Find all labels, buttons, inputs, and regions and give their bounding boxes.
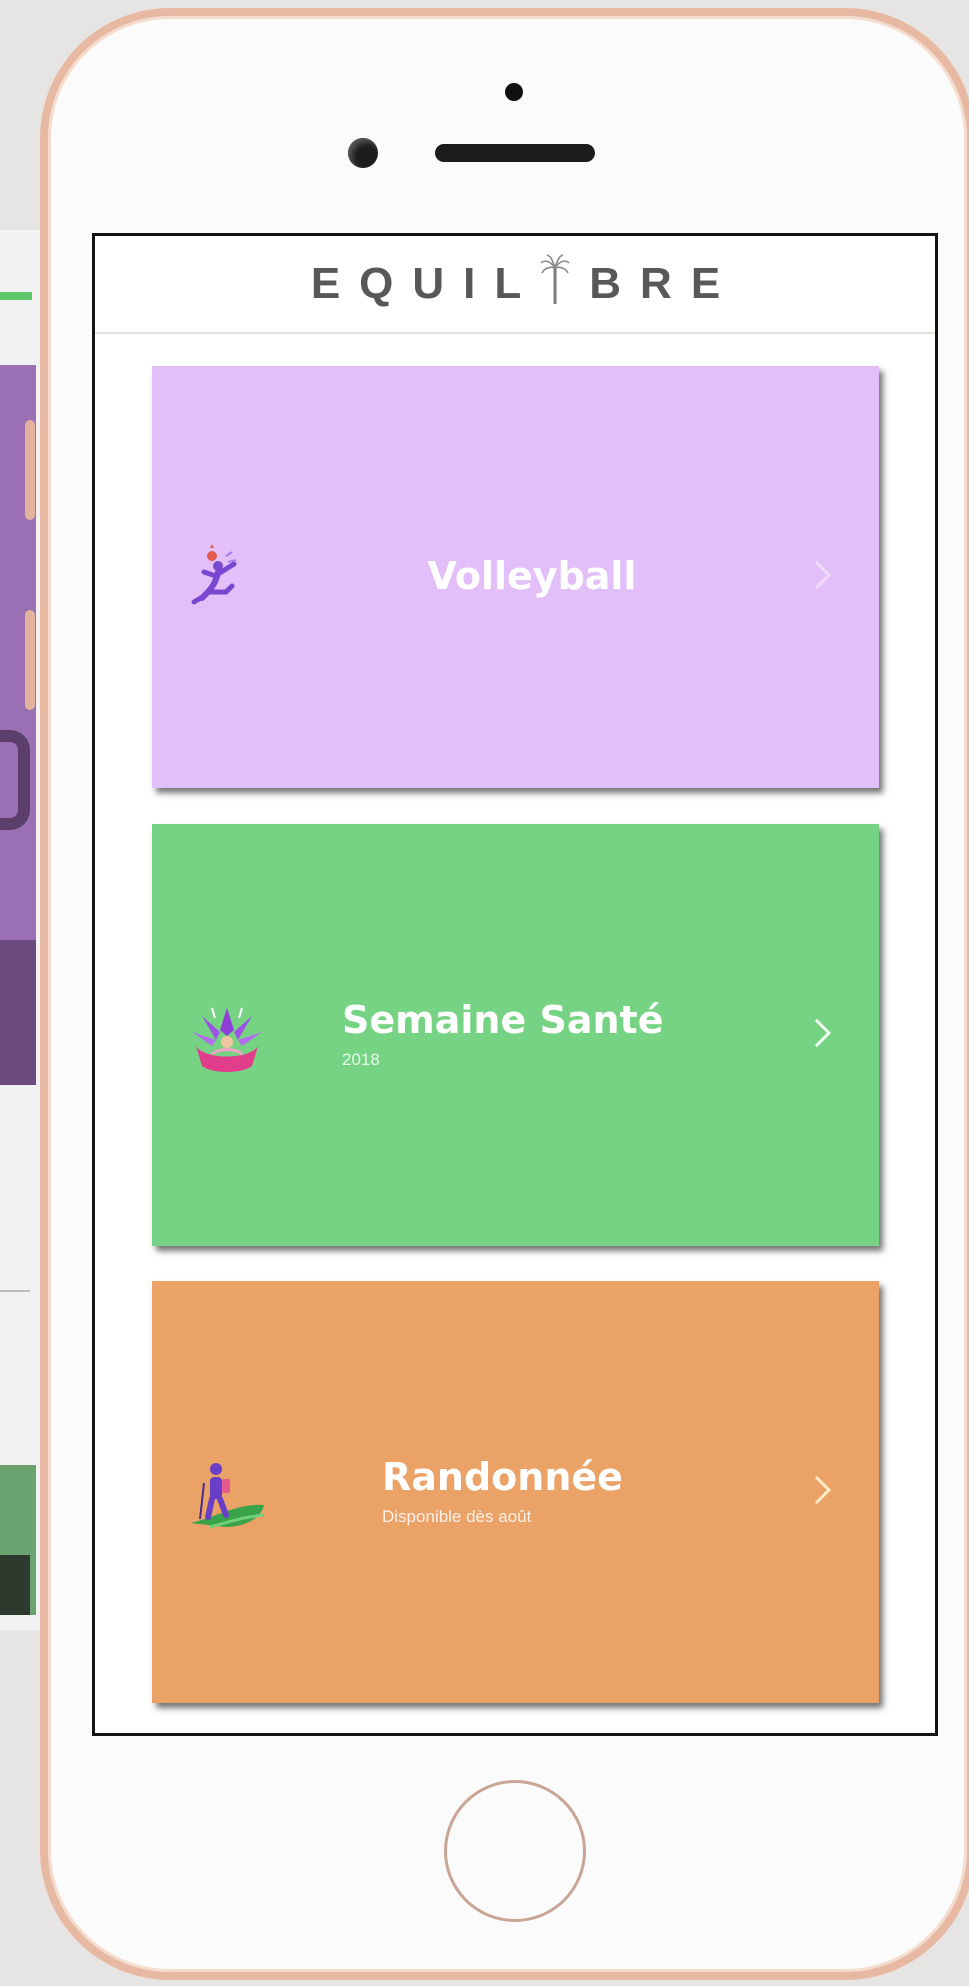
background-purple-dark-panel xyxy=(0,940,36,1085)
card-volleyball[interactable]: Volleyball xyxy=(152,366,879,788)
logo-text-start: EQUIL xyxy=(310,259,541,308)
earpiece-speaker xyxy=(435,144,595,162)
card-randonnee[interactable]: Randonnée Disponible dès août xyxy=(152,1281,879,1703)
palm-tree-icon xyxy=(540,254,570,306)
volleyball-player-icon xyxy=(182,542,272,622)
card-semaine-sante-text: Semaine Santé 2018 xyxy=(342,824,722,1246)
app-logo: EQUIL BRE xyxy=(310,254,740,310)
card-randonnee-text: Randonnée Disponible dès août xyxy=(382,1281,762,1703)
chevron-right-icon xyxy=(802,1475,832,1505)
card-subtitle: Disponible dès août xyxy=(382,1506,532,1526)
background-glyph xyxy=(0,730,30,830)
background-photo-shadow xyxy=(0,1555,30,1615)
home-button[interactable] xyxy=(444,1780,586,1922)
chevron-right-icon xyxy=(802,560,832,590)
card-subtitle: 2018 xyxy=(342,1049,380,1069)
lotus-meditation-icon xyxy=(182,1000,272,1080)
app-screen: EQUIL BRE Volleyball Semaine Santé 2018 … xyxy=(92,233,938,1736)
background-accent-line xyxy=(0,292,32,300)
proximity-sensor xyxy=(505,83,523,101)
card-title: Volleyball xyxy=(427,554,637,599)
background-divider xyxy=(0,1290,30,1292)
side-button-top xyxy=(25,420,35,520)
card-semaine-sante[interactable]: Semaine Santé 2018 xyxy=(152,824,879,1246)
card-title: Randonnée xyxy=(382,1455,623,1500)
front-camera xyxy=(348,138,378,168)
logo-text-end: BRE xyxy=(589,259,740,308)
hiker-icon xyxy=(182,1457,272,1537)
app-header: EQUIL BRE xyxy=(95,236,935,334)
chevron-right-icon xyxy=(802,1018,832,1048)
card-volleyball-text: Volleyball xyxy=(342,366,722,788)
side-button-bottom xyxy=(25,610,35,710)
card-title: Semaine Santé xyxy=(342,998,664,1043)
